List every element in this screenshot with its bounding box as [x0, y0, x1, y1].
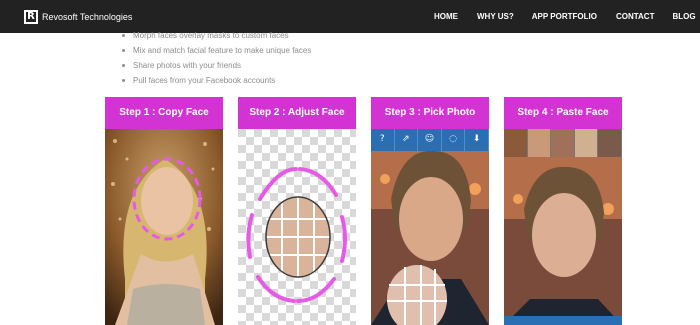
editor-toolbar: ? ⇗ ☺ ◌ ⬇ [371, 129, 489, 151]
feature-item: Share photos with your friends [122, 58, 311, 73]
nav-contact[interactable]: CONTACT [616, 12, 655, 21]
pick-photo-image [371, 129, 489, 325]
copy-face-image [105, 129, 223, 325]
step-card-3: Step 3 : Pick Photo ? ⇗ ☺ ◌ ⬇ [371, 97, 489, 325]
export-icon[interactable]: ⇗ [395, 129, 419, 151]
crop-icon[interactable]: ◌ [442, 129, 466, 151]
step-title: Step 4 : Paste Face [504, 97, 622, 129]
paste-face-image [504, 129, 622, 325]
nav-app-portfolio[interactable]: APP PORTFOLIO [532, 12, 597, 21]
feature-item: Mix and match facial feature to make uni… [122, 43, 311, 58]
step-title: Step 1 : Copy Face [105, 97, 223, 129]
feature-item: Pull faces from your Facebook accounts [122, 73, 311, 88]
face-thumbnail[interactable] [551, 129, 575, 157]
question-icon[interactable]: ? [371, 129, 395, 151]
feature-item: Morph faces overlay masks to custom face… [122, 28, 311, 43]
face-thumbnail[interactable] [574, 129, 599, 157]
logo-icon: R [24, 9, 38, 24]
step-title: Step 3 : Pick Photo [371, 97, 489, 129]
face-thumbnails [504, 129, 622, 157]
face-thumbnail[interactable] [504, 129, 528, 157]
step-title: Step 2 : Adjust Face [238, 97, 356, 129]
bottom-toolbar [504, 316, 622, 325]
step-card-1: Step 1 : Copy Face [105, 97, 223, 325]
nav-why-us[interactable]: WHY US? [477, 12, 514, 21]
brand[interactable]: R Revosoft Technologies [24, 9, 133, 24]
nav-menu: HOME WHY US? APP PORTFOLIO CONTACT BLOG [434, 0, 696, 33]
nav-home[interactable]: HOME [434, 12, 458, 21]
face-thumbnail[interactable] [527, 129, 552, 157]
feature-list: Morph faces overlay masks to custom face… [122, 28, 311, 88]
step-card-2: Step 2 : Adjust Face [238, 97, 356, 325]
step-card-4: Step 4 : Paste Face [504, 97, 622, 325]
brand-name: Revosoft Technologies [42, 11, 133, 22]
top-navbar: R Revosoft Technologies HOME WHY US? APP… [0, 0, 700, 33]
nav-blog[interactable]: BLOG [672, 12, 695, 21]
download-icon[interactable]: ⬇ [465, 129, 489, 151]
face-icon[interactable]: ☺ [418, 129, 442, 151]
face-thumbnail[interactable] [598, 129, 622, 157]
adjust-face-image [238, 129, 356, 325]
